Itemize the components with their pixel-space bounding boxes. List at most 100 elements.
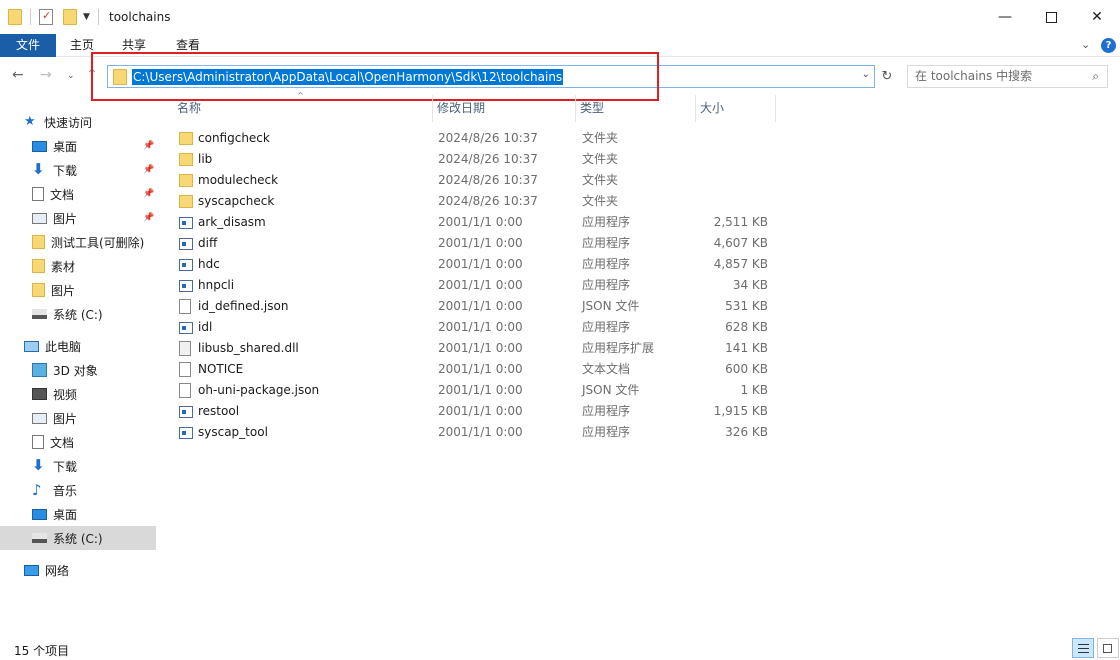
file-row[interactable]: restool 2001/1/1 0:00 应用程序 1,915 KB xyxy=(172,401,782,422)
download-icon: ⬇ xyxy=(32,160,45,178)
sidebar-item-label: 系统 (C:) xyxy=(53,307,103,322)
column-header-type[interactable]: 类型 xyxy=(575,95,695,122)
file-row[interactable]: modulecheck 2024/8/26 10:37 文件夹 xyxy=(172,170,782,191)
sidebar-item-label: 测试工具(可删除) xyxy=(51,235,145,250)
file-row[interactable]: oh-uni-package.json 2001/1/1 0:00 JSON 文件 1… xyxy=(172,380,782,401)
sidebar-item[interactable]: 文档 📌 xyxy=(0,182,156,206)
file-name: id_defined.json xyxy=(198,299,289,313)
drive-icon xyxy=(32,309,47,319)
search-box[interactable]: ⌕ xyxy=(907,65,1108,88)
item-count: 15 个项目 xyxy=(14,644,70,658)
large-icons-view-button[interactable] xyxy=(1097,638,1119,658)
sidebar-item[interactable]: ⬇ 下载 📌 xyxy=(0,158,156,182)
file-type: 文件夹 xyxy=(582,152,619,166)
file-icon xyxy=(179,362,191,377)
close-icon: ✕ xyxy=(1091,9,1103,25)
minimize-button[interactable]: — xyxy=(982,0,1028,34)
file-row[interactable]: diff 2001/1/1 0:00 应用程序 4,607 KB xyxy=(172,233,782,254)
search-input[interactable] xyxy=(915,69,1080,83)
pin-icon[interactable]: 📌 xyxy=(143,165,154,175)
new-folder-icon[interactable] xyxy=(63,9,77,25)
sidebar-item-label: 系统 (C:) xyxy=(53,531,103,546)
file-size: 2,511 KB xyxy=(713,215,768,229)
file-name: ark_disasm xyxy=(198,215,266,229)
file-row[interactable]: ark_disasm 2001/1/1 0:00 应用程序 2,511 KB xyxy=(172,212,782,233)
quick-access-toolbar: ▼ xyxy=(8,9,103,25)
properties-icon[interactable] xyxy=(39,9,53,25)
column-divider[interactable] xyxy=(775,95,776,122)
search-icon[interactable]: ⌕ xyxy=(1092,69,1099,84)
file-size: 326 KB xyxy=(725,425,768,439)
title-bar: ▼ toolchains — ✕ xyxy=(0,0,1120,34)
forward-button[interactable]: → xyxy=(40,67,52,83)
file-type: JSON 文件 xyxy=(582,383,640,397)
file-name: syscapcheck xyxy=(198,194,275,208)
file-row[interactable]: lib 2024/8/26 10:37 文件夹 xyxy=(172,149,782,170)
pin-icon[interactable]: 📌 xyxy=(143,189,154,199)
details-view-button[interactable] xyxy=(1072,638,1094,658)
sidebar-item[interactable]: 素材 xyxy=(0,254,156,278)
file-row[interactable]: syscap_tool 2001/1/1 0:00 应用程序 326 KB xyxy=(172,422,782,443)
application-icon xyxy=(179,322,193,334)
pin-icon[interactable]: 📌 xyxy=(143,141,154,151)
file-name: oh-uni-package.json xyxy=(198,383,320,397)
sidebar-item[interactable]: 系统 (C:) xyxy=(0,302,156,326)
file-row[interactable]: idl 2001/1/1 0:00 应用程序 628 KB xyxy=(172,317,782,338)
music-icon: ♪ xyxy=(32,481,42,499)
desktop-icon xyxy=(32,508,47,520)
sidebar-item[interactable]: 图片 📌 xyxy=(0,206,156,230)
sidebar-item[interactable]: 视频 xyxy=(0,382,156,406)
navigation-pane: ★ 快速访问 桌面 📌 ⬇ 下载 📌 文档 📌 图片 📌 测试工具(可删除) 素材 图片 系统 (C:) 此电… xyxy=(0,98,157,635)
file-size: 141 KB xyxy=(725,341,768,355)
annotation-highlight xyxy=(91,52,659,101)
sidebar-item-label: 图片 xyxy=(53,411,78,426)
file-row[interactable]: syscapcheck 2024/8/26 10:37 文件夹 xyxy=(172,191,782,212)
file-row[interactable]: libusb_shared.dll 2001/1/1 0:00 应用程序扩展 141 … xyxy=(172,338,782,359)
file-name: modulecheck xyxy=(198,173,279,187)
folder-icon xyxy=(179,174,193,187)
pictures-icon xyxy=(32,412,47,424)
file-row[interactable]: NOTICE 2001/1/1 0:00 文本文档 600 KB xyxy=(172,359,782,380)
recent-locations-icon[interactable]: ⌄ xyxy=(67,71,75,81)
address-dropdown-icon[interactable]: ⌄ xyxy=(862,69,870,80)
sidebar-item[interactable]: ★ 快速访问 xyxy=(0,110,156,134)
back-button[interactable]: ← xyxy=(12,67,24,83)
file-row[interactable]: id_defined.json 2001/1/1 0:00 JSON 文件 531 K… xyxy=(172,296,782,317)
help-icon[interactable]: ? xyxy=(1101,38,1116,53)
file-size: 531 KB xyxy=(725,299,768,313)
tab-file[interactable]: 文件 xyxy=(0,34,56,57)
sidebar-item[interactable]: 文档 xyxy=(0,430,156,454)
column-header-size[interactable]: 大小 xyxy=(695,95,775,122)
pictures-icon xyxy=(32,212,47,224)
customize-toolbar-icon[interactable]: ▼ xyxy=(83,12,90,22)
file-row[interactable]: configcheck 2024/8/26 10:37 文件夹 xyxy=(172,128,782,149)
sidebar-item[interactable]: 此电脑 xyxy=(0,334,156,358)
expand-ribbon-icon[interactable]: ⌄ xyxy=(1081,38,1090,51)
sidebar-item[interactable]: 网络 xyxy=(0,558,156,582)
document-icon xyxy=(32,435,44,449)
folder-icon xyxy=(8,9,22,25)
file-row[interactable]: hnpcli 2001/1/1 0:00 应用程序 34 KB xyxy=(172,275,782,296)
star-icon: ★ xyxy=(24,114,36,129)
sidebar-item[interactable]: 图片 xyxy=(0,278,156,302)
sidebar-item[interactable]: 桌面 📌 xyxy=(0,134,156,158)
file-list: configcheck 2024/8/26 10:37 文件夹 lib 2024/8/2… xyxy=(172,128,782,443)
close-button[interactable]: ✕ xyxy=(1074,0,1120,34)
sidebar-item[interactable]: ♪ 音乐 xyxy=(0,478,156,502)
file-row[interactable]: hdc 2001/1/1 0:00 应用程序 4,857 KB xyxy=(172,254,782,275)
sidebar-item[interactable]: 桌面 xyxy=(0,502,156,526)
sidebar-item[interactable]: ⬇ 下载 xyxy=(0,454,156,478)
sidebar-item[interactable]: 系统 (C:) xyxy=(0,526,156,550)
maximize-button[interactable] xyxy=(1028,0,1074,34)
file-type: 应用程序 xyxy=(582,404,631,418)
refresh-button[interactable]: ↻ xyxy=(877,65,897,88)
pin-icon[interactable]: 📌 xyxy=(143,213,154,223)
file-type: 文件夹 xyxy=(582,194,619,208)
file-modified-date: 2024/8/26 10:37 xyxy=(438,131,538,145)
column-header-date[interactable]: 修改日期 xyxy=(432,95,575,122)
file-modified-date: 2001/1/1 0:00 xyxy=(438,278,523,292)
sidebar-item[interactable]: 测试工具(可删除) xyxy=(0,230,156,254)
sidebar-item[interactable]: 3D 对象 xyxy=(0,358,156,382)
sidebar-item[interactable]: 图片 xyxy=(0,406,156,430)
sidebar-item-label: 3D 对象 xyxy=(53,363,98,378)
